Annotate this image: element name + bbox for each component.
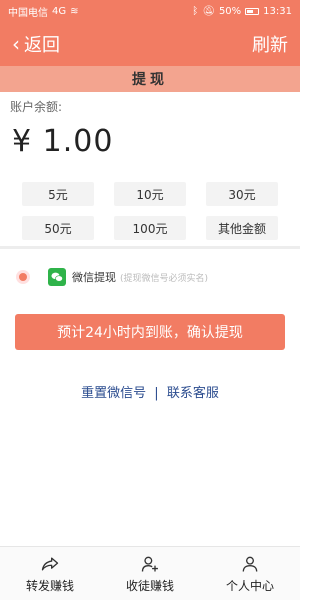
- help-links: 重置微信号 | 联系客服: [0, 382, 300, 401]
- status-bar: 中国电信 4G ≋ ᛒ 🔕︎ 50% 13:31: [0, 0, 300, 22]
- amount-options: 5元 10元 30元 50元 100元 其他金额: [22, 182, 278, 240]
- wechat-icon: [48, 268, 66, 286]
- balance-value: ¥ 1.00: [12, 124, 114, 159]
- chevron-left-icon: ‹: [12, 32, 20, 56]
- user-icon: [242, 556, 258, 572]
- amount-option-other[interactable]: 其他金额: [206, 216, 278, 240]
- battery-icon: [245, 7, 260, 15]
- tab-recruit-label: 收徒赚钱: [125, 578, 174, 593]
- tab-share-earn[interactable]: 转发赚钱: [26, 554, 74, 594]
- nav-bar: ‹ 返回 刷新: [0, 22, 300, 66]
- mute-icon: 🔕︎: [202, 5, 215, 17]
- amount-option-5[interactable]: 5元: [22, 182, 94, 206]
- method-hint: (提现微信号必须实名): [120, 273, 209, 284]
- tab-profile[interactable]: 个人中心: [226, 554, 274, 594]
- amount-option-100[interactable]: 100元: [114, 216, 186, 240]
- time-text: 13:31: [263, 5, 292, 17]
- radio-dot: [19, 273, 27, 281]
- confirm-withdraw-button[interactable]: 预计24小时内到账，确认提现: [15, 314, 285, 350]
- bottom-tab-bar: 转发赚钱 收徒赚钱 个人中心: [0, 546, 300, 600]
- battery-percent: 50%: [218, 5, 242, 17]
- bluetooth-icon: ᛒ: [192, 5, 199, 17]
- method-name: 微信提现: [72, 271, 116, 284]
- page-title: 提现: [0, 66, 300, 92]
- section-divider: [0, 246, 300, 249]
- reset-wechat-link[interactable]: 重置微信号: [81, 386, 146, 401]
- link-separator: |: [154, 386, 159, 401]
- wifi-icon: ≋: [70, 5, 79, 17]
- carrier-text: 中国电信: [8, 7, 48, 19]
- tab-recruit-earn[interactable]: 收徒赚钱: [126, 554, 174, 594]
- method-radio[interactable]: [16, 270, 30, 284]
- back-label: 返回: [24, 35, 60, 56]
- amount-option-30[interactable]: 30元: [206, 182, 278, 206]
- share-icon: [41, 557, 59, 570]
- back-button[interactable]: ‹ 返回: [12, 31, 60, 57]
- withdraw-page: 中国电信 4G ≋ ᛒ 🔕︎ 50% 13:31 ‹ 返回 刷新 提现 账户余额…: [0, 0, 300, 600]
- tab-profile-label: 个人中心: [225, 578, 274, 593]
- contact-service-link[interactable]: 联系客服: [167, 386, 219, 401]
- withdraw-method-row[interactable]: 微信提现 (提现微信号必须实名): [16, 268, 208, 286]
- tab-share-label: 转发赚钱: [25, 578, 74, 593]
- add-user-icon: [141, 556, 158, 572]
- amount-option-10[interactable]: 10元: [114, 182, 186, 206]
- balance-label: 账户余额:: [10, 100, 63, 114]
- network-text: 4G: [52, 5, 67, 17]
- amount-option-50[interactable]: 50元: [22, 216, 94, 240]
- refresh-button[interactable]: 刷新: [252, 31, 288, 57]
